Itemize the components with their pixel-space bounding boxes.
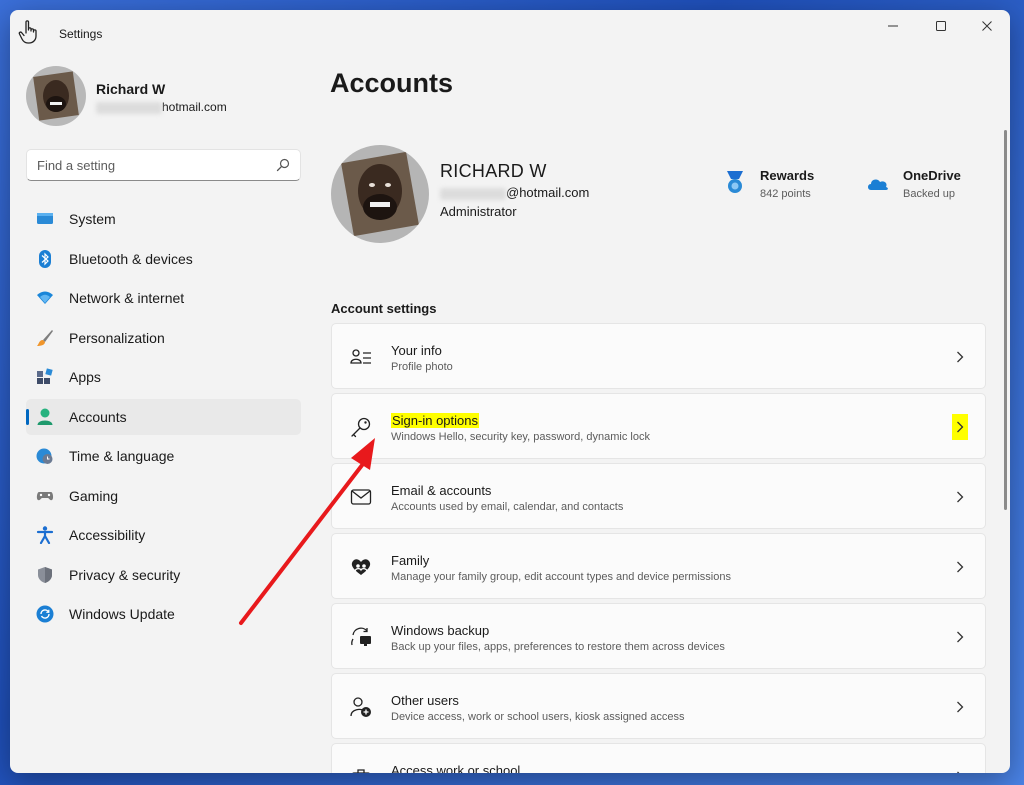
add-user-icon xyxy=(350,697,371,717)
search-box[interactable] xyxy=(26,149,301,181)
content-scrollbar[interactable] xyxy=(1004,130,1007,510)
card-email-accounts[interactable]: Email & accounts Accounts used by email,… xyxy=(331,463,986,529)
chevron-right-icon xyxy=(953,489,967,505)
sidebar-item-system[interactable]: System xyxy=(26,201,301,237)
account-avatar[interactable] xyxy=(331,145,429,243)
window-title: Settings xyxy=(59,27,103,41)
monitor-icon xyxy=(37,213,53,224)
rewards-medal-icon xyxy=(727,171,743,193)
minimize-button[interactable] xyxy=(870,10,916,42)
sidebar-item-gaming[interactable]: Gaming xyxy=(26,478,301,514)
sidebar-item-personalization[interactable]: Personalization xyxy=(26,320,301,356)
sidebar-item-bluetooth[interactable]: Bluetooth & devices xyxy=(26,241,301,277)
profile-name: Richard W xyxy=(96,81,166,97)
sidebar-item-accounts[interactable]: Accounts xyxy=(26,398,301,435)
close-icon xyxy=(982,21,992,31)
profile-email: hotmail.com xyxy=(96,100,227,114)
shield-icon xyxy=(38,566,52,583)
sidebar-item-privacy[interactable]: Privacy & security xyxy=(26,557,301,593)
chevron-right-icon xyxy=(953,629,967,645)
maximize-icon xyxy=(936,21,946,31)
search-input[interactable] xyxy=(27,150,267,180)
card-other-users[interactable]: Other users Device access, work or schoo… xyxy=(331,673,986,739)
account-email: @hotmail.com xyxy=(440,185,589,200)
chevron-right-icon xyxy=(952,414,968,440)
cloud-icon xyxy=(868,179,888,190)
globe-clock-icon xyxy=(36,448,53,464)
sidebar-item-network[interactable]: Network & internet xyxy=(26,280,301,316)
accessibility-icon xyxy=(36,526,54,544)
page-title: Accounts xyxy=(330,68,454,98)
gamepad-icon xyxy=(36,491,54,500)
avatar xyxy=(26,66,86,126)
your-info-icon xyxy=(350,349,371,364)
family-heart-icon xyxy=(351,559,371,575)
card-your-info[interactable]: Your info Profile photo xyxy=(331,323,986,389)
backup-icon xyxy=(351,627,371,646)
mail-icon xyxy=(350,489,372,505)
apps-icon xyxy=(37,368,53,384)
sidebar-nav: System Bluetooth & devices Network & int… xyxy=(26,201,301,636)
brush-icon xyxy=(37,329,53,346)
card-windows-backup[interactable]: Windows backup Back up your files, apps,… xyxy=(331,603,986,669)
chevron-right-icon xyxy=(953,769,967,773)
close-button[interactable] xyxy=(964,10,1010,42)
account-settings-list: Your info Profile photo Sign-in options … xyxy=(331,323,986,773)
title-bar: Settings xyxy=(10,10,1010,56)
update-icon xyxy=(36,605,54,623)
account-role: Administrator xyxy=(440,204,517,219)
chevron-right-icon xyxy=(953,559,967,575)
chevron-right-icon xyxy=(953,349,967,365)
sidebar-item-windows-update[interactable]: Windows Update xyxy=(26,596,301,632)
settings-window: Settings Richard W hotmail.com Find a se… xyxy=(10,10,1010,773)
sidebar-item-time-language[interactable]: Time & language xyxy=(26,438,301,474)
maximize-button[interactable] xyxy=(918,10,964,42)
redacted-email xyxy=(96,101,162,114)
minimize-icon xyxy=(888,25,898,27)
card-family[interactable]: Family Manage your family group, edit ac… xyxy=(331,533,986,599)
redacted-email xyxy=(440,187,506,200)
account-name: RICHARD W xyxy=(440,161,547,181)
account-settings-heading: Account settings xyxy=(331,301,437,316)
bluetooth-icon xyxy=(39,249,51,268)
briefcase-icon xyxy=(352,769,370,773)
sidebar-item-apps[interactable]: Apps xyxy=(26,359,301,395)
sidebar-item-accessibility[interactable]: Accessibility xyxy=(26,517,301,553)
hand-cursor-icon xyxy=(18,20,37,44)
wifi-icon xyxy=(37,291,53,304)
card-sign-in-options[interactable]: Sign-in options Windows Hello, security … xyxy=(331,393,986,459)
key-icon xyxy=(351,417,371,438)
chevron-right-icon xyxy=(953,699,967,715)
sidebar-profile[interactable]: Richard W hotmail.com xyxy=(26,66,306,130)
person-icon xyxy=(37,408,53,425)
card-access-work-school[interactable]: Access work or school xyxy=(331,743,986,773)
search-icon xyxy=(276,158,290,172)
